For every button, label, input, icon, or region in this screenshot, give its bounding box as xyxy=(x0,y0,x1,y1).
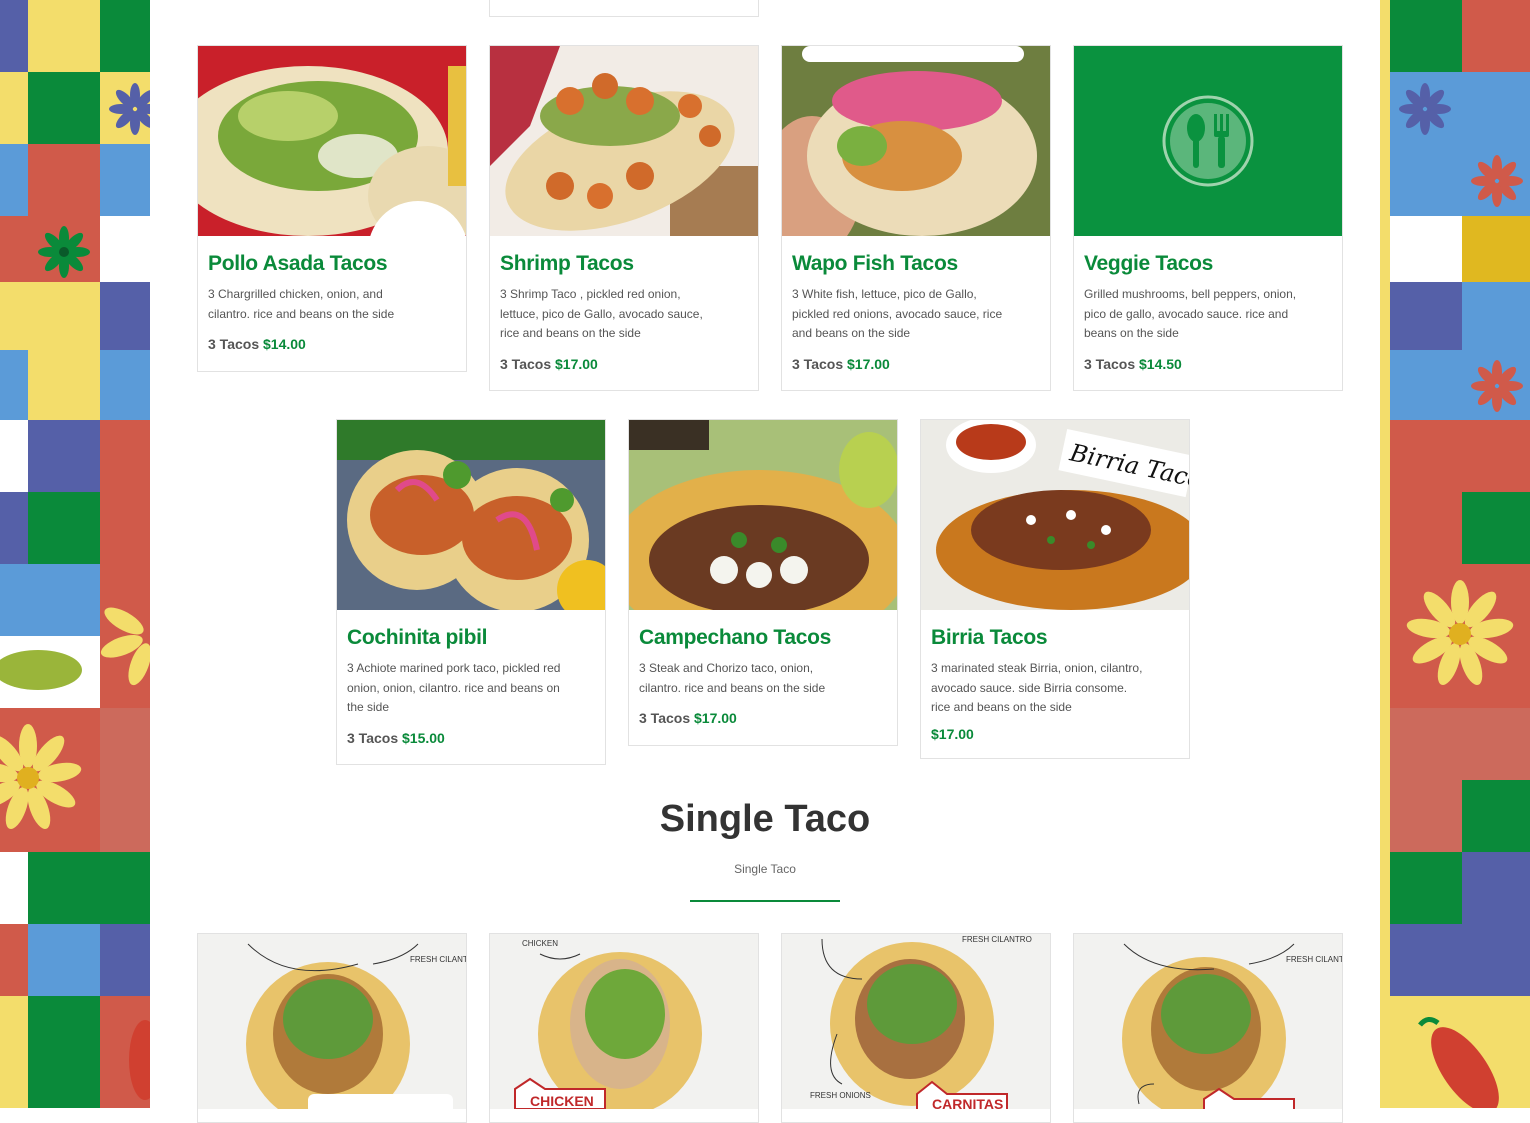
menu-item-price: 3 Tacos $14.50 xyxy=(1084,356,1182,372)
price-qty: 3 Tacos xyxy=(1084,356,1136,372)
menu-card-birria[interactable]: Birria Taco Birria Tacos 3 marinated ste… xyxy=(920,419,1190,759)
menu-item-title: Pollo Asada Tacos xyxy=(208,252,388,275)
menu-card-pollo-asada[interactable]: Pollo Asada Tacos 3 Chargrilled chicken,… xyxy=(197,45,467,372)
price-qty: 3 Tacos xyxy=(792,356,844,372)
birria-photo: Birria Taco xyxy=(921,420,1189,610)
menu-item-title: Shrimp Tacos xyxy=(500,252,634,275)
flower-decorations-right xyxy=(1399,83,1523,1108)
section-divider xyxy=(690,900,840,902)
menu-item-price: $17.00 xyxy=(931,726,974,742)
single-taco-card-1[interactable]: FRESH CILANTRO xyxy=(197,933,467,1123)
single-taco-card-3[interactable]: FRESH CILANTRO FRESH ONIONS CARNITAS xyxy=(781,933,1051,1123)
left-decorative-border xyxy=(0,0,150,1108)
single-taco-photo: FRESH CILANTRO xyxy=(198,934,466,1109)
image-label: FRESH CILANTRO xyxy=(962,935,1032,944)
menu-item-title: Campechano Tacos xyxy=(639,626,832,649)
image-label: FRESH CILANTRO xyxy=(1286,955,1342,964)
single-taco-photo: FRESH CILANTRO xyxy=(1074,934,1342,1109)
price-amount: $14.50 xyxy=(1139,356,1182,372)
menu-card-cochinita[interactable]: Cochinita pibil 3 Achiote marined pork t… xyxy=(336,419,606,765)
single-taco-card-2[interactable]: CHICKEN CHICKEN xyxy=(489,933,759,1123)
price-amount: $17.00 xyxy=(555,356,598,372)
image-label: CHICKEN xyxy=(522,939,558,948)
campechano-photo xyxy=(629,420,897,610)
menu-item-description: 3 Shrimp Taco , pickled red onion, lettu… xyxy=(500,287,703,340)
price-qty: 3 Tacos xyxy=(347,730,399,746)
menu-card-partial xyxy=(489,0,759,17)
price-amount: $14.00 xyxy=(263,336,306,352)
menu-card-wapo-fish[interactable]: Wapo Fish Tacos 3 White fish, lettuce, p… xyxy=(781,45,1051,391)
menu-item-title: Veggie Tacos xyxy=(1084,252,1214,275)
menu-item-description: 3 Achiote marined pork taco, pickled red… xyxy=(347,661,561,714)
menu-content: Pollo Asada Tacos 3 Chargrilled chicken,… xyxy=(150,0,1380,1123)
section-title: Single Taco xyxy=(659,798,871,840)
menu-item-title: Wapo Fish Tacos xyxy=(792,252,958,275)
menu-card-campechano[interactable]: Campechano Tacos 3 Steak and Chorizo tac… xyxy=(628,419,898,746)
single-taco-photo: FRESH CILANTRO FRESH ONIONS CARNITAS xyxy=(782,934,1050,1109)
image-label: CARNITAS xyxy=(932,1096,1003,1109)
veggie-placeholder xyxy=(1074,46,1342,236)
pollo-asada-photo xyxy=(198,46,466,236)
right-decorative-border xyxy=(1380,0,1530,1108)
price-qty: 3 Tacos xyxy=(639,710,691,726)
menu-item-description: 3 marinated steak Birria, onion, cilantr… xyxy=(931,661,1143,714)
menu-item-description: 3 Chargrilled chicken, onion, and cilant… xyxy=(208,287,395,321)
price-amount: $17.00 xyxy=(694,710,737,726)
price-qty: 3 Tacos xyxy=(500,356,552,372)
image-label: FRESH ONIONS xyxy=(810,1091,871,1100)
menu-card-shrimp[interactable]: Shrimp Tacos 3 Shrimp Taco , pickled red… xyxy=(489,45,759,391)
flower-decorations-left xyxy=(0,83,150,1100)
cochinita-photo xyxy=(337,420,605,610)
menu-item-description: 3 White fish, lettuce, pico de Gallo, pi… xyxy=(792,287,1003,340)
price-qty: 3 Tacos xyxy=(208,336,260,352)
menu-item-description: Grilled mushrooms, bell peppers, onion, … xyxy=(1084,287,1297,340)
fish-tacos-photo xyxy=(782,46,1050,236)
menu-item-price: 3 Tacos $14.00 xyxy=(208,336,306,352)
single-taco-photo: CHICKEN CHICKEN xyxy=(490,934,758,1109)
single-taco-card-4[interactable]: FRESH CILANTRO xyxy=(1073,933,1343,1123)
price-amount: $17.00 xyxy=(847,356,890,372)
utensils-icon xyxy=(1162,95,1254,187)
menu-item-title: Birria Tacos xyxy=(931,626,1048,649)
section-subtitle: Single Taco xyxy=(734,862,796,876)
menu-item-price: 3 Tacos $17.00 xyxy=(639,710,737,726)
price-amount: $17.00 xyxy=(931,726,974,742)
menu-item-description: 3 Steak and Chorizo taco, onion, cilantr… xyxy=(639,661,826,695)
shrimp-tacos-photo xyxy=(490,46,758,236)
image-label: CHICKEN xyxy=(530,1093,594,1109)
menu-item-price: 3 Tacos $15.00 xyxy=(347,730,445,746)
menu-item-title: Cochinita pibil xyxy=(347,626,488,649)
image-label: FRESH CILANTRO xyxy=(410,955,466,964)
menu-item-price: 3 Tacos $17.00 xyxy=(500,356,598,372)
menu-card-veggie[interactable]: Veggie Tacos Grilled mushrooms, bell pep… xyxy=(1073,45,1343,391)
menu-item-price: 3 Tacos $17.00 xyxy=(792,356,890,372)
price-amount: $15.00 xyxy=(402,730,445,746)
